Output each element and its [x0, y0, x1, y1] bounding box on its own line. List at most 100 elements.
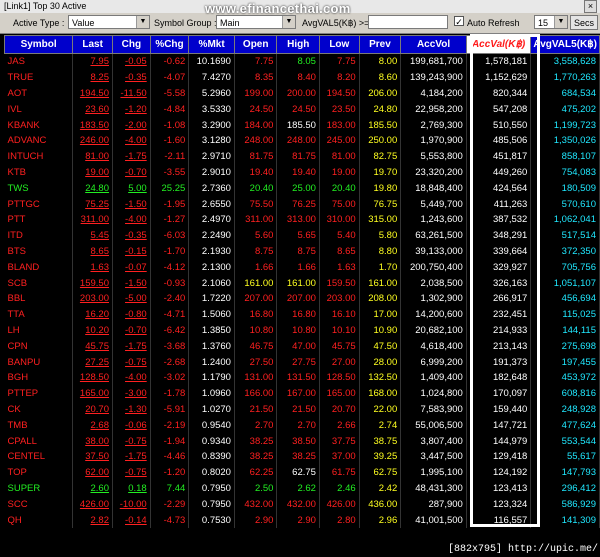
col-header-last[interactable]: Last [72, 35, 113, 54]
accvol-cell: 41,001,500 [400, 512, 467, 528]
col-header-pchg[interactable]: %Chg [149, 35, 190, 54]
prev-cell: 22.00 [359, 401, 402, 418]
col-header-low[interactable]: Low [318, 35, 360, 54]
table-row[interactable]: BANPU 27.25 -0.75 -2.68 1.2400 27.50 27.75 27.0… [4, 354, 600, 370]
table-row[interactable]: BBL 203.00 -5.00 -2.40 1.7220 207.00 207.00 203… [4, 290, 600, 307]
accvol-cell: 2,038,500 [400, 275, 467, 291]
avgval5-cell: 197,455 [530, 354, 600, 370]
symbol-cell: CENTEL [4, 448, 74, 465]
pmkt-cell: 1.7220 [188, 290, 235, 307]
last-cell: 165.00 [72, 385, 113, 402]
prev-cell: 132.50 [359, 369, 402, 386]
chg-cell: -5.00 [112, 290, 151, 307]
table-row[interactable]: ITD 5.45 -0.35 -6.03 2.2490 5.60 5.65 5.40 5.80 6… [4, 227, 600, 244]
accval-cell: 339,664 [466, 243, 532, 260]
open-cell: 8.35 [234, 69, 278, 86]
table-row[interactable]: KBANK 183.50 -2.00 -1.08 3.2900 184.00 185.50 1… [4, 117, 600, 133]
table-row[interactable]: IVL 23.60 -1.20 -4.84 3.5330 24.50 24.50 23.50 2… [4, 101, 600, 118]
avgval5-cell: 1,199,723 [530, 117, 600, 133]
accvol-cell: 1,970,900 [400, 132, 467, 149]
avgval5-cell: 1,350,026 [530, 132, 600, 149]
avgval-label: AvgVAL5(K฿) >= [302, 18, 370, 28]
table-row[interactable]: LH 10.20 -0.70 -6.42 1.3850 10.80 10.80 10.10 10… [4, 322, 600, 339]
last-cell: 45.75 [72, 338, 113, 355]
table-row[interactable]: INTUCH 81.00 -1.75 -2.11 2.9710 81.75 81.75 81.… [4, 148, 600, 165]
filter-toolbar: Active Type : Value ▼ Symbol Group : Mai… [0, 13, 600, 34]
table-row[interactable]: TWS 24.80 5.00 25.25 2.7360 20.40 25.00 20.40 19… [4, 180, 600, 197]
accval-cell: 1,152,629 [466, 69, 532, 86]
chg-cell: -4.00 [112, 132, 151, 149]
low-cell: 2.46 [319, 480, 360, 497]
last-cell: 24.80 [72, 180, 113, 197]
accval-cell: 170,097 [466, 385, 532, 402]
table-row[interactable]: SCC 426.00 -10.00 -2.29 0.7950 432.00 432.00 42… [4, 496, 600, 513]
table-row[interactable]: JAS 7.95 -0.05 -0.62 10.1690 7.75 8.05 7.75 8.00… [4, 53, 600, 70]
table-row[interactable]: BGH 128.50 -4.00 -3.02 1.1790 131.00 131.50 128… [4, 369, 600, 386]
chevron-down-icon[interactable]: ▼ [554, 16, 567, 28]
col-header-pmkt[interactable]: %Mkt [188, 35, 235, 54]
table-row[interactable]: PTTGC 75.25 -1.50 -1.95 2.6550 75.50 76.25 75.0… [4, 196, 600, 212]
pmkt-cell: 0.9340 [188, 433, 235, 449]
auto-refresh-checkbox[interactable]: ✓ [454, 16, 464, 27]
table-row[interactable]: SUPER 2.60 0.18 7.44 0.7950 2.50 2.62 2.46 2.42 4… [4, 480, 600, 497]
table-row[interactable]: BTS 8.65 -0.15 -1.70 2.1930 8.75 8.75 8.65 8.80 3… [4, 243, 600, 260]
open-cell: 10.80 [234, 322, 278, 339]
close-icon[interactable]: × [584, 0, 597, 13]
col-header-prev[interactable]: Prev [358, 35, 402, 54]
chevron-down-icon[interactable]: ▼ [282, 16, 295, 28]
refresh-interval-select[interactable]: 15 ▼ [534, 15, 568, 29]
prev-cell: 82.75 [359, 148, 402, 165]
col-header-open[interactable]: Open [233, 35, 278, 54]
avgval5-cell: 553,544 [530, 433, 600, 449]
pchg-cell: -4.84 [150, 101, 190, 118]
low-cell: 19.00 [319, 164, 360, 181]
open-cell: 2.90 [234, 512, 278, 528]
pmkt-cell: 0.7950 [188, 496, 235, 513]
table-row[interactable]: SCB 159.50 -1.50 -0.93 2.1060 161.00 161.00 159… [4, 275, 600, 291]
table-row[interactable]: ADVANC 246.00 -4.00 -1.60 3.1280 248.00 248.00… [4, 132, 600, 149]
active-type-select[interactable]: Value ▼ [68, 15, 150, 29]
pchg-cell: -2.68 [150, 354, 190, 370]
high-cell: 38.50 [276, 433, 320, 449]
col-header-high[interactable]: High [276, 35, 320, 54]
col-header-chg[interactable]: Chg [111, 35, 151, 54]
secs-button[interactable]: Secs [570, 15, 598, 30]
table-row[interactable]: TRUE 8.25 -0.35 -4.07 7.4270 8.35 8.40 8.20 8.60… [4, 69, 600, 86]
pmkt-cell: 1.0960 [188, 385, 235, 402]
table-row[interactable]: TTA 16.20 -0.80 -4.71 1.5060 16.80 16.80 16.10 1… [4, 306, 600, 323]
table-row[interactable]: TMB 2.68 -0.06 -2.19 0.9540 2.70 2.70 2.66 2.74 5… [4, 417, 600, 434]
symbol-cell: JAS [4, 53, 74, 70]
accval-cell: 214,933 [466, 322, 532, 339]
table-row[interactable]: PTT 311.00 -4.00 -1.27 2.4970 311.00 313.00 310… [4, 211, 600, 228]
col-header-accval[interactable]: AccVal(K฿) [465, 35, 532, 54]
table-row[interactable]: CENTEL 37.50 -1.75 -4.46 0.8390 38.25 38.25 37.… [4, 448, 600, 465]
table-row[interactable]: CPN 45.75 -1.75 -3.68 1.3760 46.75 47.00 45.75 4… [4, 338, 600, 355]
avgval5-cell: 858,107 [530, 148, 600, 165]
open-cell: 199.00 [234, 85, 278, 102]
avgval-input[interactable] [368, 15, 448, 29]
table-row[interactable]: KTB 19.00 -0.70 -3.55 2.9010 19.40 19.40 19.00 1… [4, 164, 600, 181]
accval-cell: 411,263 [466, 196, 532, 212]
low-cell: 8.65 [319, 243, 360, 260]
accvol-cell: 4,618,400 [400, 338, 467, 355]
open-cell: 24.50 [234, 101, 278, 118]
accvol-cell: 287,900 [400, 496, 467, 513]
table-row[interactable]: CPALL 38.00 -0.75 -1.94 0.9340 38.25 38.50 37.7… [4, 433, 600, 449]
table-row[interactable]: PTTEP 165.00 -3.00 -1.78 1.0960 166.00 167.00 1… [4, 385, 600, 402]
col-header-symbol[interactable]: Symbol [3, 35, 74, 54]
active-type-value: Value [72, 18, 95, 28]
table-row[interactable]: QH 2.82 -0.14 -4.73 0.7530 2.90 2.90 2.80 2.96 41… [4, 512, 600, 528]
symbol-cell: QH [4, 512, 74, 528]
col-header-accvol[interactable]: AccVol [400, 35, 467, 54]
chg-cell: -0.80 [112, 306, 151, 323]
col-header-avgval5[interactable]: AvgVAL5(K฿) [530, 35, 600, 54]
table-row[interactable]: CK 20.70 -1.30 -5.91 1.0270 21.50 21.50 20.70 22… [4, 401, 600, 418]
table-row[interactable]: TOP 62.00 -0.75 -1.20 0.8020 62.25 62.75 61.75 6… [4, 464, 600, 481]
table-row[interactable]: BLAND 1.63 -0.07 -4.12 2.1300 1.66 1.66 1.63 1.7… [4, 259, 600, 276]
symbol-group-select[interactable]: Main ▼ [216, 15, 296, 29]
open-cell: 5.60 [234, 227, 278, 244]
chevron-down-icon[interactable]: ▼ [136, 16, 149, 28]
table-body: JAS 7.95 -0.05 -0.62 10.1690 7.75 8.05 7.75 8.00… [4, 53, 600, 528]
table-row[interactable]: AOT 194.50 -11.50 -5.58 5.2960 199.00 200.00 19… [4, 85, 600, 102]
pmkt-cell: 2.9010 [188, 164, 235, 181]
